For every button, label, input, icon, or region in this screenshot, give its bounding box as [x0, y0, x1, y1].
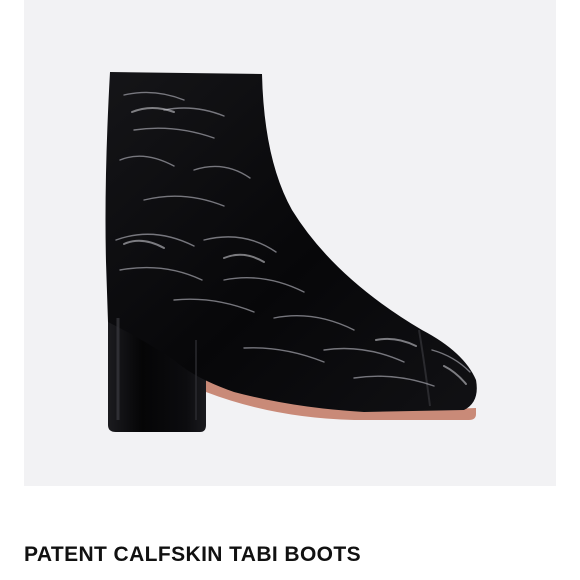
product-title: PATENT CALFSKIN TABI BOOTS: [24, 543, 362, 566]
product-page: PATENT CALFSKIN TABI BOOTS: [0, 0, 580, 580]
product-image[interactable]: [24, 0, 556, 486]
boot-image: [105, 72, 477, 432]
